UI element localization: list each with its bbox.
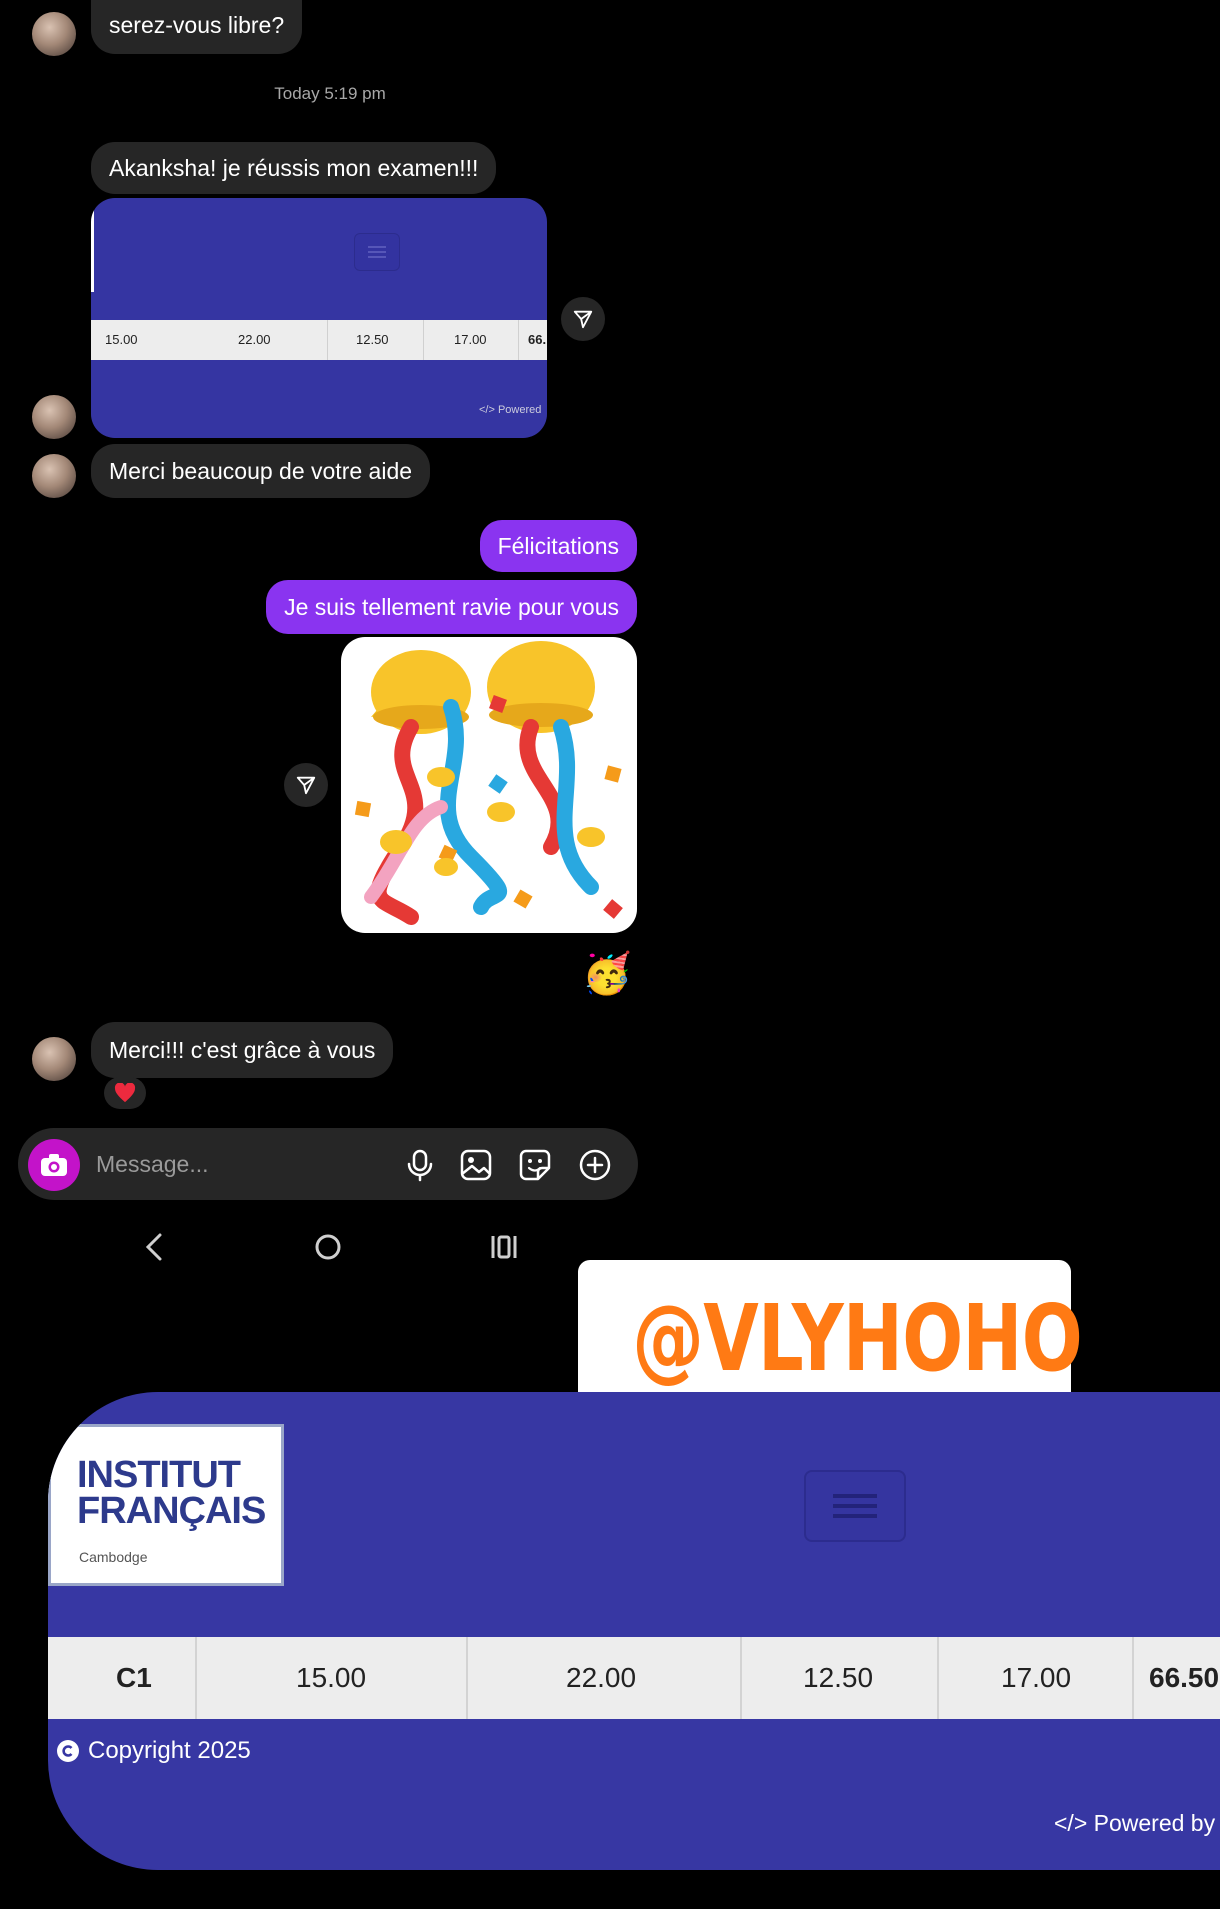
sticker-icon[interactable] <box>518 1148 552 1182</box>
heart-reaction[interactable] <box>104 1077 146 1109</box>
message-bubble[interactable]: serez-vous libre? <box>91 0 303 54</box>
add-icon[interactable] <box>578 1148 612 1182</box>
heart-icon <box>114 1083 136 1103</box>
message-input[interactable]: Message... <box>96 1128 209 1200</box>
message-bubble-outgoing[interactable]: Je suis tellement ravie pour vous <box>266 580 637 634</box>
copyright-text: Copyright 2025 <box>88 1737 251 1764</box>
gallery-icon[interactable] <box>459 1148 493 1182</box>
cell: 15.00 <box>296 1662 367 1693</box>
institut-logo: INSTITUT FRANÇAIS Cambodge <box>48 1424 284 1586</box>
share-button[interactable] <box>561 297 605 341</box>
handle-text: @VLYHOHO <box>632 1285 1082 1392</box>
avatar[interactable] <box>32 395 76 439</box>
result-row: C1 15.00 22.00 12.50 17.00 66.50 <box>48 1637 1220 1719</box>
cell-total: 66.50 <box>1149 1662 1220 1693</box>
result-card: INSTITUT FRANÇAIS Cambodge C1 15.00 22.0… <box>48 1392 1220 1870</box>
sticker-reaction: 🥳 <box>582 952 632 996</box>
timestamp: Today 5:19 pm <box>274 84 386 103</box>
cell: 22.00 <box>566 1662 637 1693</box>
copyright: Copyright 2025 <box>56 1737 251 1765</box>
cell: 15.00 <box>105 332 138 347</box>
hamburger-menu-button[interactable] <box>804 1470 906 1542</box>
cell: 17.00 <box>1001 1662 1072 1693</box>
cell: 66. <box>528 332 547 347</box>
result-row: 15.00 22.00 12.50 17.00 66. <box>91 320 547 360</box>
home-nav-icon[interactable] <box>313 1232 343 1262</box>
message-bubble[interactable]: Akanksha! je réussis mon examen!!! <box>91 142 497 194</box>
message-composer[interactable]: Message... <box>18 1128 638 1200</box>
message-bubble[interactable]: Merci!!! c'est grâce à vous <box>91 1022 394 1078</box>
watermark-banner: @VLYHOHO <box>578 1260 1083 1410</box>
share-icon <box>296 776 316 795</box>
copyright-icon <box>57 1740 79 1762</box>
logo-text: INSTITUT <box>77 1454 241 1496</box>
microphone-icon[interactable] <box>403 1148 437 1182</box>
avatar[interactable] <box>32 12 76 56</box>
logo-text: FRANÇAIS <box>77 1490 266 1532</box>
menu-icon <box>354 233 400 271</box>
cell: 12.50 <box>803 1662 874 1693</box>
jellyfish-confetti-illustration <box>354 641 623 925</box>
card-edge <box>91 206 94 292</box>
message-text: serez-vous libre? <box>109 12 285 38</box>
back-nav-icon[interactable] <box>142 1232 166 1262</box>
message-bubble[interactable]: Merci beaucoup de votre aide <box>91 444 431 498</box>
share-button[interactable] <box>284 763 328 807</box>
cell: 12.50 <box>356 332 389 347</box>
message-text: Félicitations <box>497 533 619 559</box>
recents-nav-icon[interactable] <box>489 1232 519 1262</box>
avatar[interactable] <box>32 454 76 498</box>
camera-button[interactable] <box>28 1139 80 1191</box>
celebration-sticker[interactable] <box>341 637 637 933</box>
message-text: Merci!!! c'est grâce à vous <box>109 1037 376 1063</box>
powered-text: </> Powered <box>479 404 542 416</box>
message-text: Akanksha! je réussis mon examen!!! <box>109 155 479 181</box>
cell-level: C1 <box>116 1662 152 1693</box>
shared-image[interactable]: 15.00 22.00 12.50 17.00 66. </> Powered <box>91 198 547 438</box>
message-bubble-outgoing[interactable]: Félicitations <box>479 520 637 572</box>
logo-subtitle: Cambodge <box>79 1549 148 1565</box>
cell: 17.00 <box>454 332 487 347</box>
share-icon <box>573 310 593 329</box>
camera-icon <box>41 1154 67 1176</box>
message-text: Je suis tellement ravie pour vous <box>284 594 619 620</box>
message-text: Merci beaucoup de votre aide <box>109 458 413 484</box>
avatar[interactable] <box>32 1037 76 1081</box>
cell: 22.00 <box>238 332 271 347</box>
powered-by-text: </> Powered by <box>1054 1810 1216 1836</box>
